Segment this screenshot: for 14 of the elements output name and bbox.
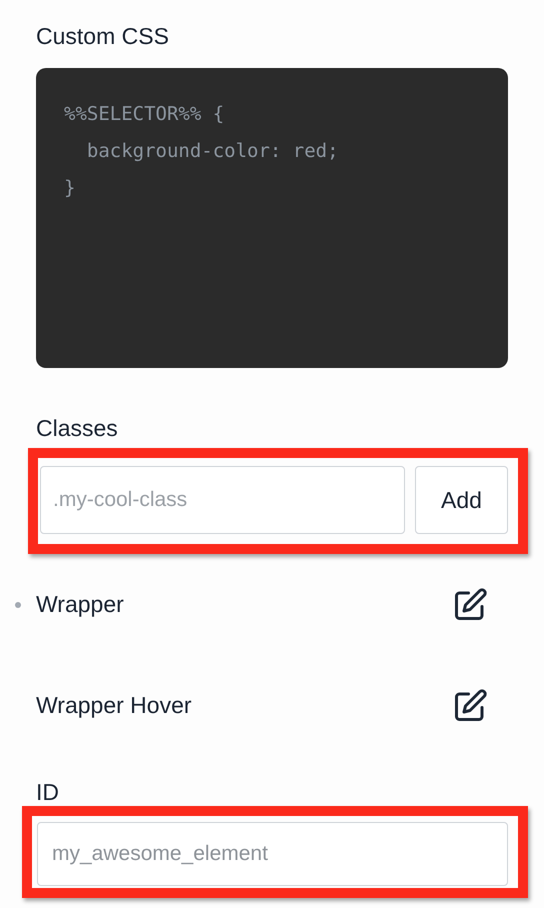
id-input-field[interactable]: my_awesome_element [37, 822, 508, 886]
section-label: Custom CSS [36, 22, 170, 51]
state-label: Wrapper Hover [36, 691, 192, 720]
section-label: ID [36, 778, 60, 806]
section-label: Classes [36, 414, 119, 443]
class-input-field[interactable]: .my-cool-class [40, 466, 405, 534]
code-line: background-color: red; [86, 139, 339, 164]
edit-icon[interactable] [452, 586, 488, 622]
code-line: %%SELECTOR%% { [64, 102, 224, 127]
state-label: Wrapper [36, 590, 124, 620]
code-editor[interactable]: %%SELECTOR%% { background-color: red; } [36, 68, 508, 368]
edit-icon[interactable] [452, 688, 488, 724]
add-button[interactable]: Add [415, 466, 508, 534]
code-line: } [64, 176, 76, 201]
